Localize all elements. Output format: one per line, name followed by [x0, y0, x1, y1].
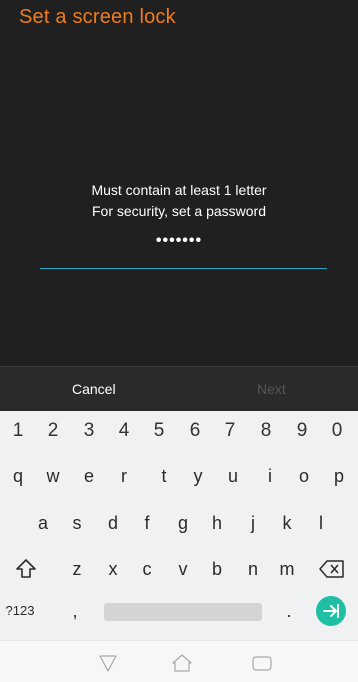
key-1[interactable]: 1 [1, 413, 35, 449]
nav-home-icon [172, 654, 192, 672]
key-2[interactable]: 2 [36, 413, 70, 449]
key-d[interactable]: d [96, 505, 130, 541]
key-8[interactable]: 8 [249, 413, 283, 449]
key-g[interactable]: g [166, 505, 200, 541]
key-c[interactable]: c [130, 551, 164, 587]
key-0[interactable]: 0 [320, 413, 354, 449]
key-5[interactable]: 5 [142, 413, 176, 449]
key-u[interactable]: u [216, 458, 250, 494]
keyboard-row-2: a s d f g h j k l [0, 505, 358, 541]
key-n[interactable]: n [236, 551, 270, 587]
key-w[interactable]: w [36, 458, 70, 494]
key-b[interactable]: b [200, 551, 234, 587]
password-field[interactable]: ••••••• [0, 232, 358, 250]
keyboard-bottom-row: ?123 , . [0, 593, 358, 629]
key-p[interactable]: p [322, 458, 356, 494]
key-f[interactable]: f [130, 505, 164, 541]
key-s[interactable]: s [60, 505, 94, 541]
key-a[interactable]: a [26, 505, 60, 541]
key-comma[interactable]: , [60, 593, 90, 629]
enter-key[interactable] [316, 596, 346, 626]
keyboard-row-3: z x c v b n m [0, 551, 358, 587]
key-x[interactable]: x [96, 551, 130, 587]
key-4[interactable]: 4 [107, 413, 141, 449]
key-q[interactable]: q [1, 458, 35, 494]
nav-back-button[interactable] [96, 651, 120, 675]
key-r[interactable]: r [107, 458, 141, 494]
key-t[interactable]: t [147, 458, 181, 494]
password-field-underline [40, 268, 327, 269]
key-h[interactable]: h [200, 505, 234, 541]
page-title: Set a screen lock [19, 6, 176, 28]
cancel-button[interactable]: Cancel [72, 381, 116, 397]
nav-back-icon [99, 655, 117, 672]
nav-recents-icon [252, 656, 272, 671]
keyboard-row-1: q w e r t y u i o p [0, 458, 358, 494]
key-i[interactable]: i [253, 458, 287, 494]
space-key[interactable] [104, 603, 262, 621]
requirement-message: Must contain at least 1 letter [91, 182, 267, 198]
keyboard-number-row: 1 2 3 4 5 6 7 8 9 0 [0, 413, 358, 449]
backspace-icon [319, 560, 344, 578]
symbols-key[interactable]: ?123 [2, 593, 38, 629]
system-navigation-bar [0, 640, 358, 682]
enter-icon [323, 604, 339, 618]
key-o[interactable]: o [287, 458, 321, 494]
key-j[interactable]: j [236, 505, 270, 541]
key-7[interactable]: 7 [213, 413, 247, 449]
shift-key[interactable] [6, 551, 46, 587]
nav-recents-button[interactable] [250, 651, 274, 675]
key-3[interactable]: 3 [72, 413, 106, 449]
backspace-key[interactable] [312, 551, 352, 587]
key-6[interactable]: 6 [178, 413, 212, 449]
key-period[interactable]: . [274, 593, 304, 629]
key-v[interactable]: v [166, 551, 200, 587]
key-z[interactable]: z [60, 551, 94, 587]
nav-home-button[interactable] [170, 651, 194, 675]
key-k[interactable]: k [270, 505, 304, 541]
instruction-message: For security, set a password [91, 203, 267, 219]
key-m[interactable]: m [270, 551, 304, 587]
key-l[interactable]: l [304, 505, 338, 541]
key-y[interactable]: y [181, 458, 215, 494]
next-button[interactable]: Next [257, 381, 286, 397]
screen-lock-setup-screen: Set a screen lock Must contain at least … [0, 0, 358, 682]
key-9[interactable]: 9 [285, 413, 319, 449]
shift-icon [16, 559, 36, 578]
soft-keyboard: 1 2 3 4 5 6 7 8 9 0 q w e r t y u i o p … [0, 411, 358, 640]
action-bar: Cancel Next [0, 366, 358, 412]
key-e[interactable]: e [72, 458, 106, 494]
